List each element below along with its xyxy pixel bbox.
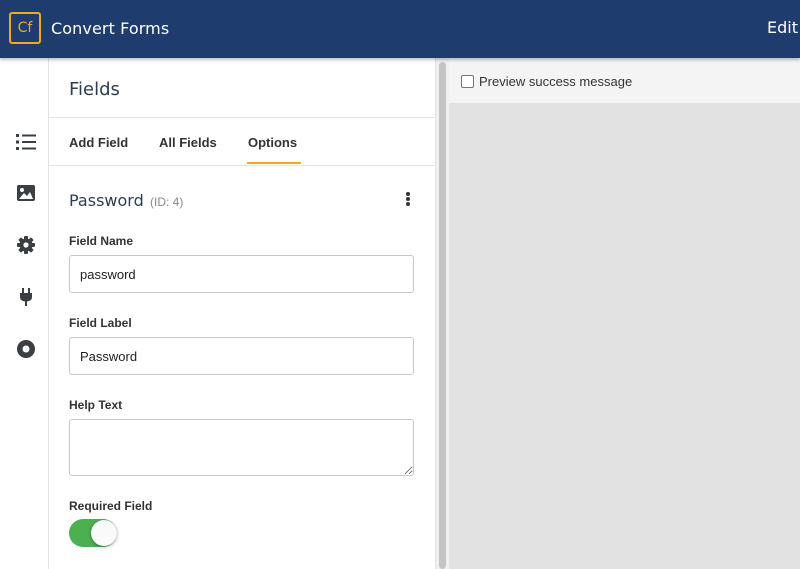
required-field-toggle[interactable] (69, 519, 117, 547)
form-preview: Preview success message (449, 58, 800, 569)
toggle-knob (91, 520, 117, 546)
gear-icon[interactable] (15, 234, 37, 256)
top-bar: Cf Convert Forms Edit F (0, 0, 800, 58)
icon-sidebar (0, 58, 49, 569)
preview-success-label[interactable]: Preview success message (479, 74, 632, 89)
field-id: (ID: 4) (150, 195, 184, 209)
scrollbar-thumb[interactable] (439, 62, 446, 569)
circle-dot-icon[interactable] (15, 338, 37, 360)
page-title: Edit F (767, 18, 800, 37)
plug-icon[interactable] (15, 286, 37, 308)
divider (49, 117, 435, 118)
tab-all-fields[interactable]: All Fields (159, 135, 217, 150)
fields-panel: Fields Add Field All Fields Options Pass… (49, 58, 435, 569)
field-label-input[interactable] (69, 337, 414, 375)
field-label-label: Field Label (69, 316, 132, 330)
preview-toolbar: Preview success message (449, 58, 800, 104)
divider (49, 165, 435, 166)
help-text-label: Help Text (69, 398, 123, 412)
field-name-label: Field Name (69, 234, 134, 248)
preview-success-checkbox[interactable] (461, 75, 474, 88)
tab-options[interactable]: Options (248, 135, 297, 150)
field-name-input[interactable] (69, 255, 414, 293)
panel-scrollbar[interactable] (435, 58, 449, 569)
app-logo[interactable]: Cf (9, 12, 41, 44)
active-tab-indicator (247, 162, 301, 164)
more-options-icon[interactable] (404, 192, 412, 208)
image-icon[interactable] (15, 182, 37, 204)
field-title: Password (69, 191, 144, 210)
required-field-label: Required Field (69, 499, 153, 513)
tab-add-field[interactable]: Add Field (69, 135, 128, 150)
app-name: Convert Forms (51, 19, 170, 38)
panel-title: Fields (69, 79, 120, 100)
help-text-input[interactable] (69, 419, 414, 476)
list-icon[interactable] (15, 131, 37, 153)
